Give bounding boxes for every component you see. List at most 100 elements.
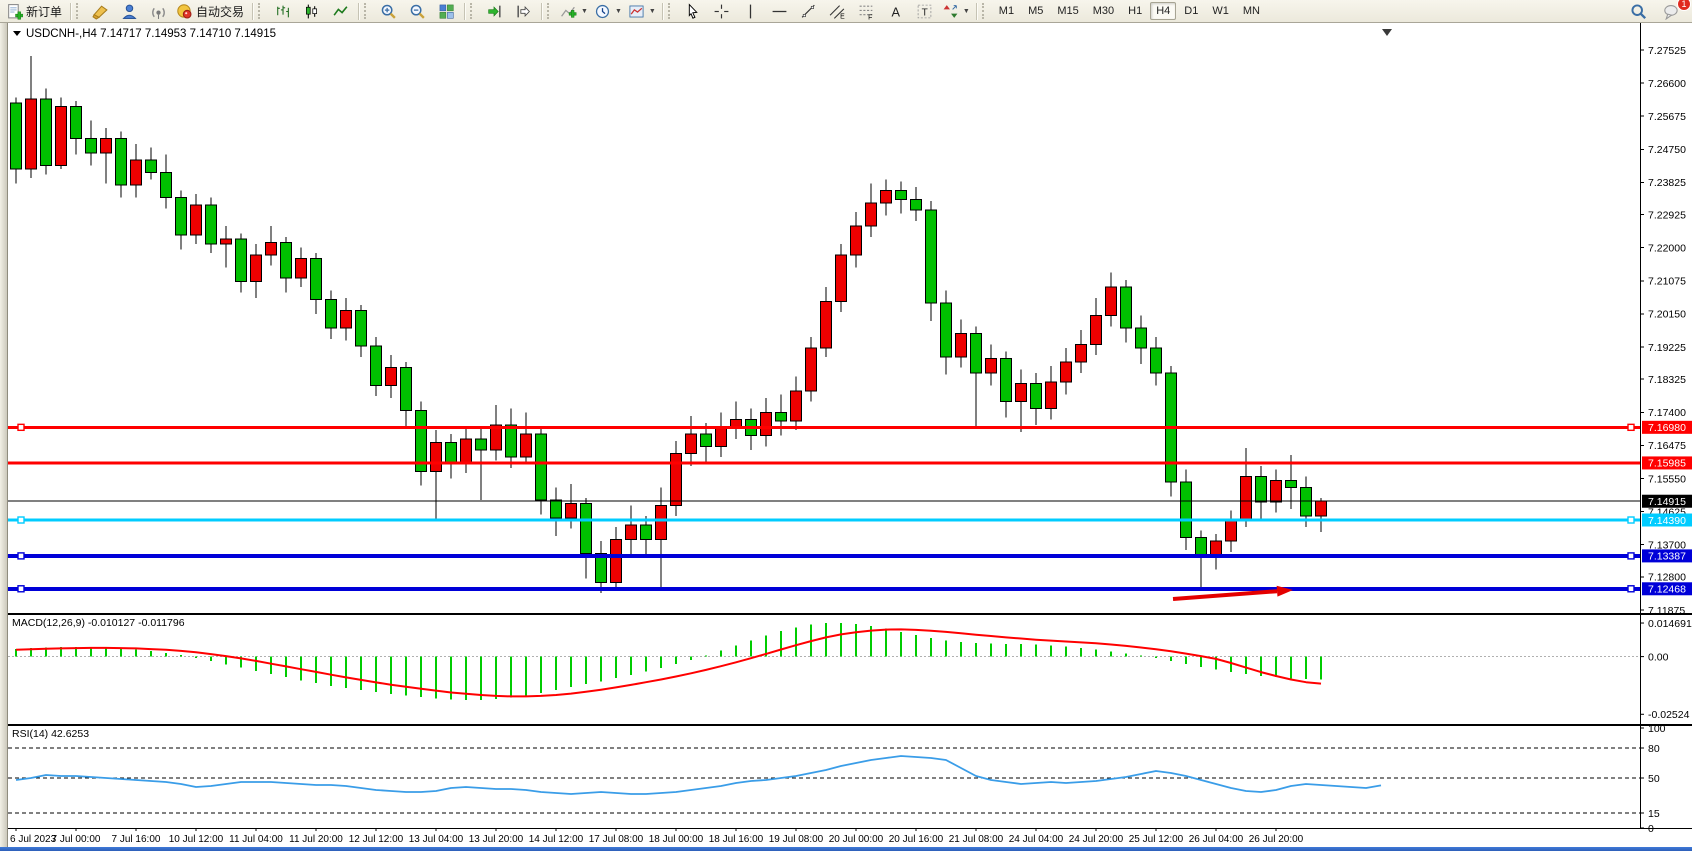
fibonacci-button-icon: F — [858, 3, 875, 20]
arrows-button-icon — [942, 3, 959, 20]
toolbar-grip — [76, 3, 82, 19]
timeframe-button-m5[interactable]: M5 — [1022, 2, 1049, 20]
horizontal-line-button-icon — [771, 3, 788, 20]
svg-text:0.014691: 0.014691 — [1648, 618, 1692, 630]
rsi-label: RSI(14) 42.6253 — [12, 728, 89, 740]
search-button[interactable] — [1624, 0, 1653, 22]
toolbar-grip — [258, 3, 264, 19]
price-badge-7.15985: 7.15985 — [1642, 456, 1692, 469]
macd-panel[interactable] — [8, 615, 1692, 724]
candlestick-chart-button[interactable] — [297, 0, 326, 22]
svg-text:7.21075: 7.21075 — [1648, 276, 1686, 288]
cursor-button[interactable] — [678, 0, 707, 22]
chart-area[interactable]: 7.275257.266007.256757.247507.238257.229… — [8, 23, 1692, 847]
autotrade-button[interactable]: 自动交易 — [173, 0, 249, 22]
toolbar-grip — [547, 3, 553, 19]
toolbar-separator — [358, 3, 359, 20]
timeframe-button-d1[interactable]: D1 — [1178, 2, 1204, 20]
toolbar-separator — [464, 3, 465, 20]
line-handle[interactable] — [18, 586, 24, 592]
periods-button-icon — [594, 3, 611, 20]
zoom-out-button[interactable] — [403, 0, 432, 22]
timeframe-button-h4[interactable]: H4 — [1150, 2, 1176, 20]
auto-scroll-button[interactable] — [480, 0, 509, 22]
svg-text:24 Jul 04:00: 24 Jul 04:00 — [1009, 834, 1064, 845]
channel-button[interactable]: E — [823, 0, 852, 22]
line-handle[interactable] — [18, 553, 24, 559]
line-handle[interactable] — [18, 424, 24, 430]
svg-text:7.18325: 7.18325 — [1648, 374, 1686, 386]
periods-button[interactable]: ▼ — [591, 0, 625, 22]
price-badge-7.12468: 7.12468 — [1642, 582, 1692, 595]
svg-text:7.27525: 7.27525 — [1648, 45, 1686, 57]
timeframe-button-m30[interactable]: M30 — [1087, 2, 1120, 20]
line-chart-button[interactable] — [326, 0, 355, 22]
svg-text:7.12468: 7.12468 — [1648, 584, 1686, 596]
line-handle[interactable] — [18, 517, 24, 523]
autotrade-button-label: 自动交易 — [196, 3, 246, 20]
timeframe-button-h1[interactable]: H1 — [1122, 2, 1148, 20]
crosshair-button[interactable] — [707, 0, 736, 22]
signals-button-icon — [150, 3, 167, 20]
templates-button-icon — [628, 3, 645, 20]
svg-text:7.14390: 7.14390 — [1648, 515, 1686, 527]
svg-text:7 Jul 16:00: 7 Jul 16:00 — [112, 834, 161, 845]
timeframe-button-m15[interactable]: M15 — [1051, 2, 1084, 20]
line-handle[interactable] — [1628, 553, 1634, 559]
toolbar-separator — [252, 3, 253, 20]
chevron-down-icon: ▼ — [649, 8, 656, 15]
toolbar-separator — [662, 3, 663, 20]
svg-text:F: F — [868, 14, 872, 20]
fibonacci-button[interactable]: F — [852, 0, 881, 22]
timeframe-button-mn[interactable]: MN — [1237, 2, 1266, 20]
line-handle[interactable] — [1628, 424, 1634, 430]
svg-text:0: 0 — [1648, 823, 1654, 835]
line-handle[interactable] — [1628, 586, 1634, 592]
notifications-button[interactable]: 1 — [1657, 0, 1686, 22]
trendline-button-icon — [800, 3, 817, 20]
svg-text:11 Jul 04:00: 11 Jul 04:00 — [229, 834, 283, 845]
community-button-icon — [121, 3, 138, 20]
window-frame-left — [0, 23, 8, 847]
svg-text:100: 100 — [1648, 723, 1666, 735]
svg-text:13 Jul 20:00: 13 Jul 20:00 — [469, 834, 524, 845]
svg-text:7.17400: 7.17400 — [1648, 407, 1686, 419]
vertical-line-button[interactable] — [736, 0, 765, 22]
chart-shift-button[interactable] — [509, 0, 538, 22]
svg-text:20 Jul 16:00: 20 Jul 16:00 — [889, 834, 944, 845]
svg-text:6 Jul 2023: 6 Jul 2023 — [10, 834, 57, 845]
indicators-button[interactable]: ▼ — [557, 0, 591, 22]
new-order-button[interactable]: 新订单 — [3, 0, 67, 22]
svg-text:10 Jul 12:00: 10 Jul 12:00 — [169, 834, 224, 845]
auto-scroll-button-icon — [486, 3, 503, 20]
trendline-button[interactable] — [794, 0, 823, 22]
templates-button[interactable]: ▼ — [625, 0, 659, 22]
styles-button[interactable] — [86, 0, 115, 22]
arrows-button[interactable]: ▼ — [939, 0, 973, 22]
horizontal-line-button[interactable] — [765, 0, 794, 22]
zoom-in-button-icon — [380, 3, 397, 20]
channel-button-icon: E — [829, 3, 846, 20]
zoom-in-button[interactable] — [374, 0, 403, 22]
main-chart-panel[interactable] — [8, 23, 1692, 613]
signals-button[interactable] — [144, 0, 173, 22]
chart-title: USDCNH-,H4 7.14717 7.14953 7.14710 7.149… — [13, 28, 276, 40]
svg-text:7.20150: 7.20150 — [1648, 309, 1686, 321]
window-frame-bottom — [0, 847, 1692, 851]
svg-text:7.25675: 7.25675 — [1648, 111, 1686, 123]
line-handle[interactable] — [1628, 517, 1634, 523]
timeframe-button-w1[interactable]: W1 — [1206, 2, 1235, 20]
zoom-out-button-icon — [409, 3, 426, 20]
text-label-button[interactable]: T — [910, 0, 939, 22]
community-button[interactable] — [115, 0, 144, 22]
timeframe-button-m1[interactable]: M1 — [993, 2, 1020, 20]
svg-text:7.23825: 7.23825 — [1648, 177, 1686, 189]
bar-chart-button[interactable] — [268, 0, 297, 22]
svg-text:7.26600: 7.26600 — [1648, 78, 1686, 90]
svg-text:7.13387: 7.13387 — [1648, 551, 1686, 563]
svg-text:7.11875: 7.11875 — [1648, 605, 1685, 617]
price-badge-7.14915: 7.14915 — [1642, 495, 1692, 508]
text-button[interactable]: A — [881, 0, 910, 22]
tile-windows-button[interactable] — [432, 0, 461, 22]
svg-text:T: T — [921, 7, 927, 18]
